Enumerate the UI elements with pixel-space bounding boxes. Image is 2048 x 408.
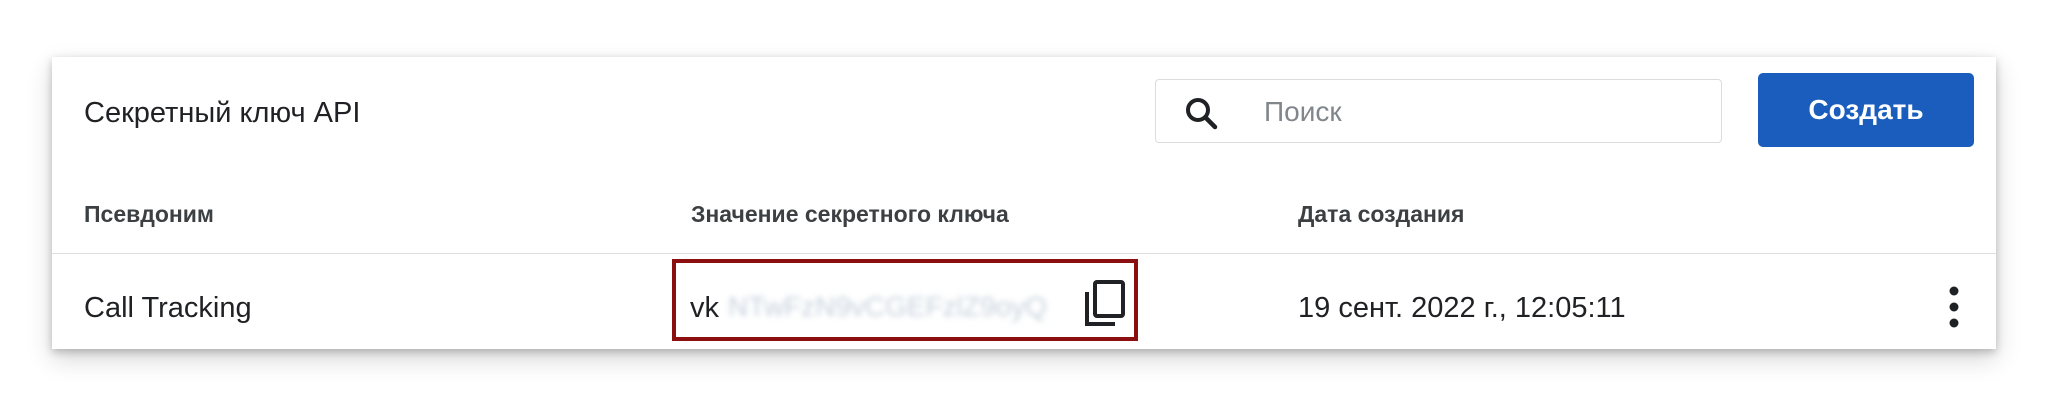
page-title: Секретный ключ API [84, 97, 361, 129]
copy-icon[interactable] [1082, 279, 1128, 329]
api-keys-card: Секретный ключ API Поиск Создать Псевдон… [52, 57, 1996, 349]
header-divider [52, 253, 1996, 254]
row-created-date: 19 сент. 2022 г., 12:05:11 [1298, 292, 1626, 324]
key-value-blurred: NTwFzN9vCGEFzlZ9oyQ [728, 291, 1047, 322]
create-button[interactable]: Создать [1758, 73, 1974, 147]
key-prefix: vk [690, 292, 719, 324]
column-header-created[interactable]: Дата создания [1298, 199, 1464, 229]
search-placeholder: Поиск [1264, 96, 1342, 127]
more-vert-icon[interactable] [1948, 285, 1960, 329]
column-header-key-value[interactable]: Значение секретного ключа [691, 199, 1009, 229]
column-header-alias[interactable]: Псевдоним [84, 199, 214, 229]
search-icon[interactable] [1182, 94, 1222, 134]
row-alias: Call Tracking [84, 292, 252, 324]
search-input[interactable]: Поиск [1155, 79, 1722, 143]
